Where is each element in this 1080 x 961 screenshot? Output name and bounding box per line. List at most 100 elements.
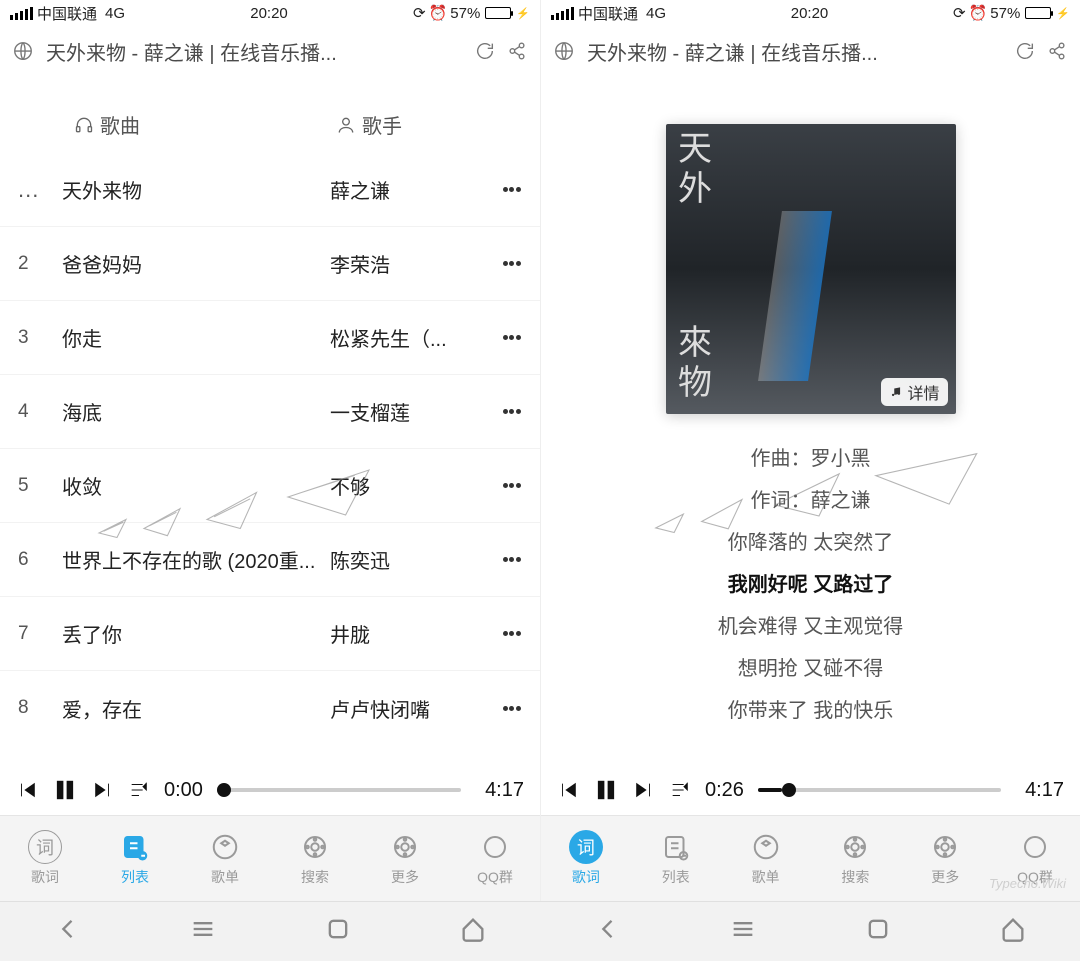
bottom-tabs-left: 词歌词列表歌单搜索 更多 QQ群 <box>0 815 540 901</box>
song-more-button[interactable] <box>502 407 522 416</box>
watermark-label: Typecho.Wiki <box>989 876 1066 891</box>
page-title: 天外来物 - 薛之谦 | 在线音乐播... <box>46 37 464 66</box>
song-row[interactable]: 3你走松紧先生（... <box>0 301 540 375</box>
composer-label: 作曲：罗小黑 <box>561 438 1060 480</box>
browser-nav-bar <box>0 901 1080 961</box>
song-artist: 一支榴莲 <box>330 397 502 426</box>
back-button[interactable] <box>54 915 82 948</box>
network-label: 4G <box>646 5 666 22</box>
signal-icon <box>10 7 33 20</box>
menu-button[interactable] <box>189 915 217 948</box>
song-more-button[interactable] <box>502 704 522 713</box>
song-more-button[interactable] <box>502 185 522 194</box>
carrier-label: 中国联通 <box>37 3 97 24</box>
clock-label: 20:20 <box>125 5 413 22</box>
song-row[interactable]: 2爸爸妈妈李荣浩 <box>0 227 540 301</box>
album-art[interactable]: 天外 來物 详情 <box>666 124 956 414</box>
home-button-2[interactable] <box>999 915 1027 948</box>
pause-button[interactable] <box>52 777 78 803</box>
tab-more[interactable]: 更多 <box>900 816 990 901</box>
charging-icon: ⚡ <box>516 7 530 20</box>
tab-label: 搜索 <box>301 867 329 887</box>
lyric-line: 你降落的 太突然了 <box>561 522 1060 564</box>
tab-search[interactable]: 搜索 <box>270 816 360 901</box>
song-name: 天外来物 <box>62 175 330 204</box>
tab-lyrics[interactable]: 词歌词 <box>541 816 631 901</box>
song-more-button[interactable] <box>502 481 522 490</box>
share-button[interactable] <box>506 40 528 62</box>
next-button[interactable] <box>633 779 655 801</box>
tab-qq[interactable]: QQ群 <box>450 816 540 901</box>
tab-list[interactable]: 列表 <box>90 816 180 901</box>
battery-icon <box>485 7 511 19</box>
battery-percent-label: 57% <box>450 5 480 22</box>
song-row[interactable]: 4海底一支榴莲 <box>0 375 540 449</box>
alarm-icon: ⏰ <box>969 4 988 22</box>
reload-button[interactable] <box>474 40 496 62</box>
tab-label: 搜索 <box>841 867 869 887</box>
tab-album[interactable]: 歌单 <box>180 816 270 901</box>
song-index: 3 <box>18 327 62 349</box>
pause-button[interactable] <box>593 777 619 803</box>
prev-button[interactable] <box>557 779 579 801</box>
song-more-button[interactable] <box>502 555 522 564</box>
play-mode-button[interactable] <box>128 779 150 801</box>
song-index: 5 <box>18 475 62 497</box>
share-button[interactable] <box>1046 40 1068 62</box>
tabs-button-2[interactable] <box>864 915 892 948</box>
home-button[interactable] <box>459 915 487 948</box>
song-index: 6 <box>18 549 62 571</box>
song-row[interactable]: 7丢了你井胧 <box>0 597 540 671</box>
lyric-line: 想明抢 又碰不得 <box>561 648 1060 690</box>
play-mode-button[interactable] <box>669 779 691 801</box>
lyric-line: 机会难得 又主观觉得 <box>561 606 1060 648</box>
column-song-label: 歌曲 <box>100 110 140 139</box>
lyrics-panel[interactable]: 作曲：罗小黑作词：薛之谦你降落的 太突然了我刚好呢 又路过了机会难得 又主观觉得… <box>541 414 1080 732</box>
seek-bar[interactable] <box>758 788 1001 792</box>
reload-button[interactable] <box>1014 40 1036 62</box>
tab-label: 歌词 <box>572 867 600 887</box>
song-name: 你走 <box>62 323 330 352</box>
song-row[interactable]: 8爱，存在卢卢快闭嘴 <box>0 671 540 745</box>
signal-icon <box>551 7 574 20</box>
tab-label: 更多 <box>391 867 419 887</box>
prev-button[interactable] <box>16 779 38 801</box>
screen-left: 中国联通 4G 20:20 ⟳ ⏰ 57% ⚡ 天外来物 - 薛之谦 | 在线音… <box>0 0 540 901</box>
song-more-button[interactable] <box>502 259 522 268</box>
browser-title-bar: 天外来物 - 薛之谦 | 在线音乐播... <box>541 26 1080 76</box>
song-index: ... <box>18 177 62 203</box>
next-button[interactable] <box>92 779 114 801</box>
tab-album[interactable]: 歌单 <box>721 816 811 901</box>
menu-button-2[interactable] <box>729 915 757 948</box>
current-time-label: 0:26 <box>705 779 744 802</box>
song-artist: 松紧先生（... <box>330 323 502 352</box>
tab-label: QQ群 <box>477 867 513 887</box>
tab-more[interactable]: 更多 <box>360 816 450 901</box>
seek-bar[interactable] <box>217 788 461 792</box>
song-artist: 卢卢快闭嘴 <box>330 694 502 723</box>
song-more-button[interactable] <box>502 333 522 342</box>
headphone-icon <box>74 115 94 135</box>
lyric-line: 你带来了 我的快乐 <box>561 690 1060 732</box>
tabs-button[interactable] <box>324 915 352 948</box>
network-label: 4G <box>105 5 125 22</box>
lyricist-label: 作词：薛之谦 <box>561 480 1060 522</box>
song-row[interactable]: 6世界上不存在的歌 (2020重...陈奕迅 <box>0 523 540 597</box>
tab-label: 歌单 <box>752 867 780 887</box>
song-row[interactable]: 5收敛不够 <box>0 449 540 523</box>
person-icon <box>336 115 356 135</box>
album-detail-button[interactable]: 详情 <box>881 378 947 406</box>
song-more-button[interactable] <box>502 629 522 638</box>
clock-label: 20:20 <box>666 5 953 22</box>
globe-icon <box>12 40 34 62</box>
browser-title-bar: 天外来物 - 薛之谦 | 在线音乐播... <box>0 26 540 76</box>
album-title-vertical-2: 來物 <box>672 324 710 404</box>
tab-lyrics[interactable]: 词歌词 <box>0 816 90 901</box>
song-artist: 陈奕迅 <box>330 545 502 574</box>
back-button-2[interactable] <box>594 915 622 948</box>
tab-label: 更多 <box>931 867 959 887</box>
tab-search[interactable]: 搜索 <box>810 816 900 901</box>
tab-list[interactable]: 列表 <box>631 816 721 901</box>
song-row[interactable]: ...天外来物薛之谦 <box>0 153 540 227</box>
song-name: 海底 <box>62 397 330 426</box>
